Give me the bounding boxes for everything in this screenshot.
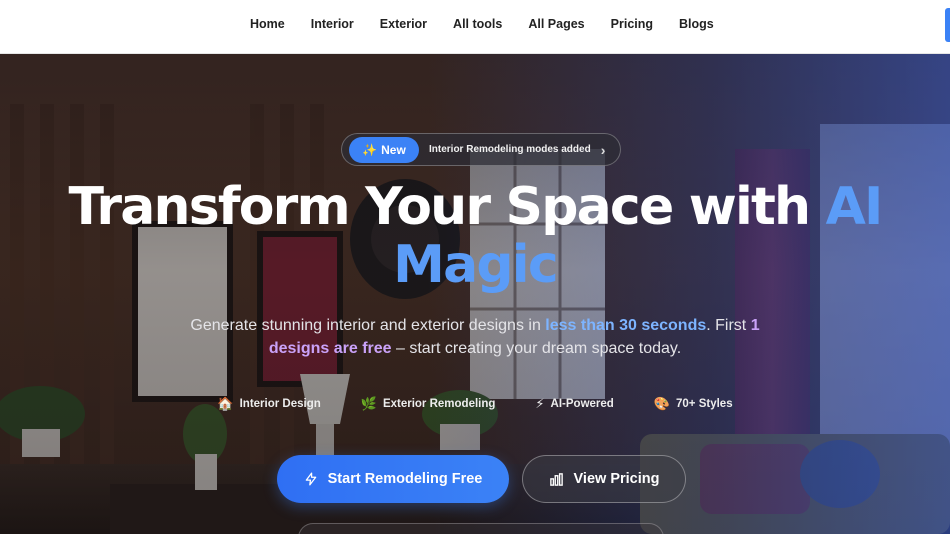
hero-content: ✨ New Interior Remodeling modes added › … [0,54,950,534]
headline-text: Transform Your Space with [68,177,826,237]
sparkles-icon: ✨ [362,142,378,157]
nav-pricing-link[interactable]: Pricing [611,17,653,31]
nav-blogs-link[interactable]: Blogs [679,17,714,31]
feature-label: 70+ Styles [676,398,733,410]
new-badge-label: New [381,142,406,157]
nav-all-tools-link[interactable]: All tools [453,17,502,31]
subtext-part-3: – start creating your dream space today. [391,340,682,357]
feature-interior-design: 🏠 Interior Design [217,396,320,412]
bottom-pill[interactable] [298,523,664,534]
nav-interior-link[interactable]: Interior [311,17,354,31]
hero-headline: Transform Your Space with AI Magic [0,178,950,294]
nav-all-pages-link[interactable]: All Pages [528,17,584,31]
feature-exterior-remodeling: 🌿 Exterior Remodeling [361,396,496,412]
feature-label: Interior Design [239,398,321,410]
nav-cta-edge[interactable] [945,8,950,42]
feature-styles: 🎨 70+ Styles [654,396,733,412]
new-badge: ✨ New [349,136,419,163]
feature-label: AI-Powered [550,398,614,410]
announcement-pill[interactable]: ✨ New Interior Remodeling modes added › [341,133,621,166]
announcement-text: Interior Remodeling modes added [429,144,591,155]
bar-chart-icon [549,472,563,486]
palette-icon: 🎨 [653,396,670,411]
start-remodeling-label: Start Remodeling Free [327,471,483,487]
top-navigation: Home Interior Exterior All tools All Pag… [0,0,950,54]
hero-subtext: Generate stunning interior and exterior … [170,314,780,360]
feature-ai-powered: ⚡ AI-Powered [535,396,613,412]
hero-section: ✨ New Interior Remodeling modes added › … [0,54,950,534]
subtext-part-1: Generate stunning interior and exterior … [190,317,546,334]
lightning-icon: ⚡ [535,396,545,411]
view-pricing-button[interactable]: View Pricing [522,455,686,503]
feature-list: 🏠 Interior Design 🌿 Exterior Remodeling … [0,396,950,412]
leaf-icon: 🌿 [360,396,377,411]
nav-home-link[interactable]: Home [250,17,285,31]
chevron-right-icon: › [600,141,606,158]
house-icon: 🏠 [217,396,234,411]
view-pricing-label: View Pricing [573,471,660,487]
subtext-part-2: . First [706,317,751,334]
nav-links: Home Interior Exterior All tools All Pag… [250,0,740,48]
nav-exterior-link[interactable]: Exterior [380,17,427,31]
start-remodeling-button[interactable]: Start Remodeling Free [277,455,509,503]
subtext-highlight-time: less than 30 seconds [545,317,707,334]
headline-ai-text: AI [825,177,884,237]
feature-label: Exterior Remodeling [382,398,496,410]
zap-icon [305,472,316,486]
headline-magic-text: Magic [393,235,559,295]
